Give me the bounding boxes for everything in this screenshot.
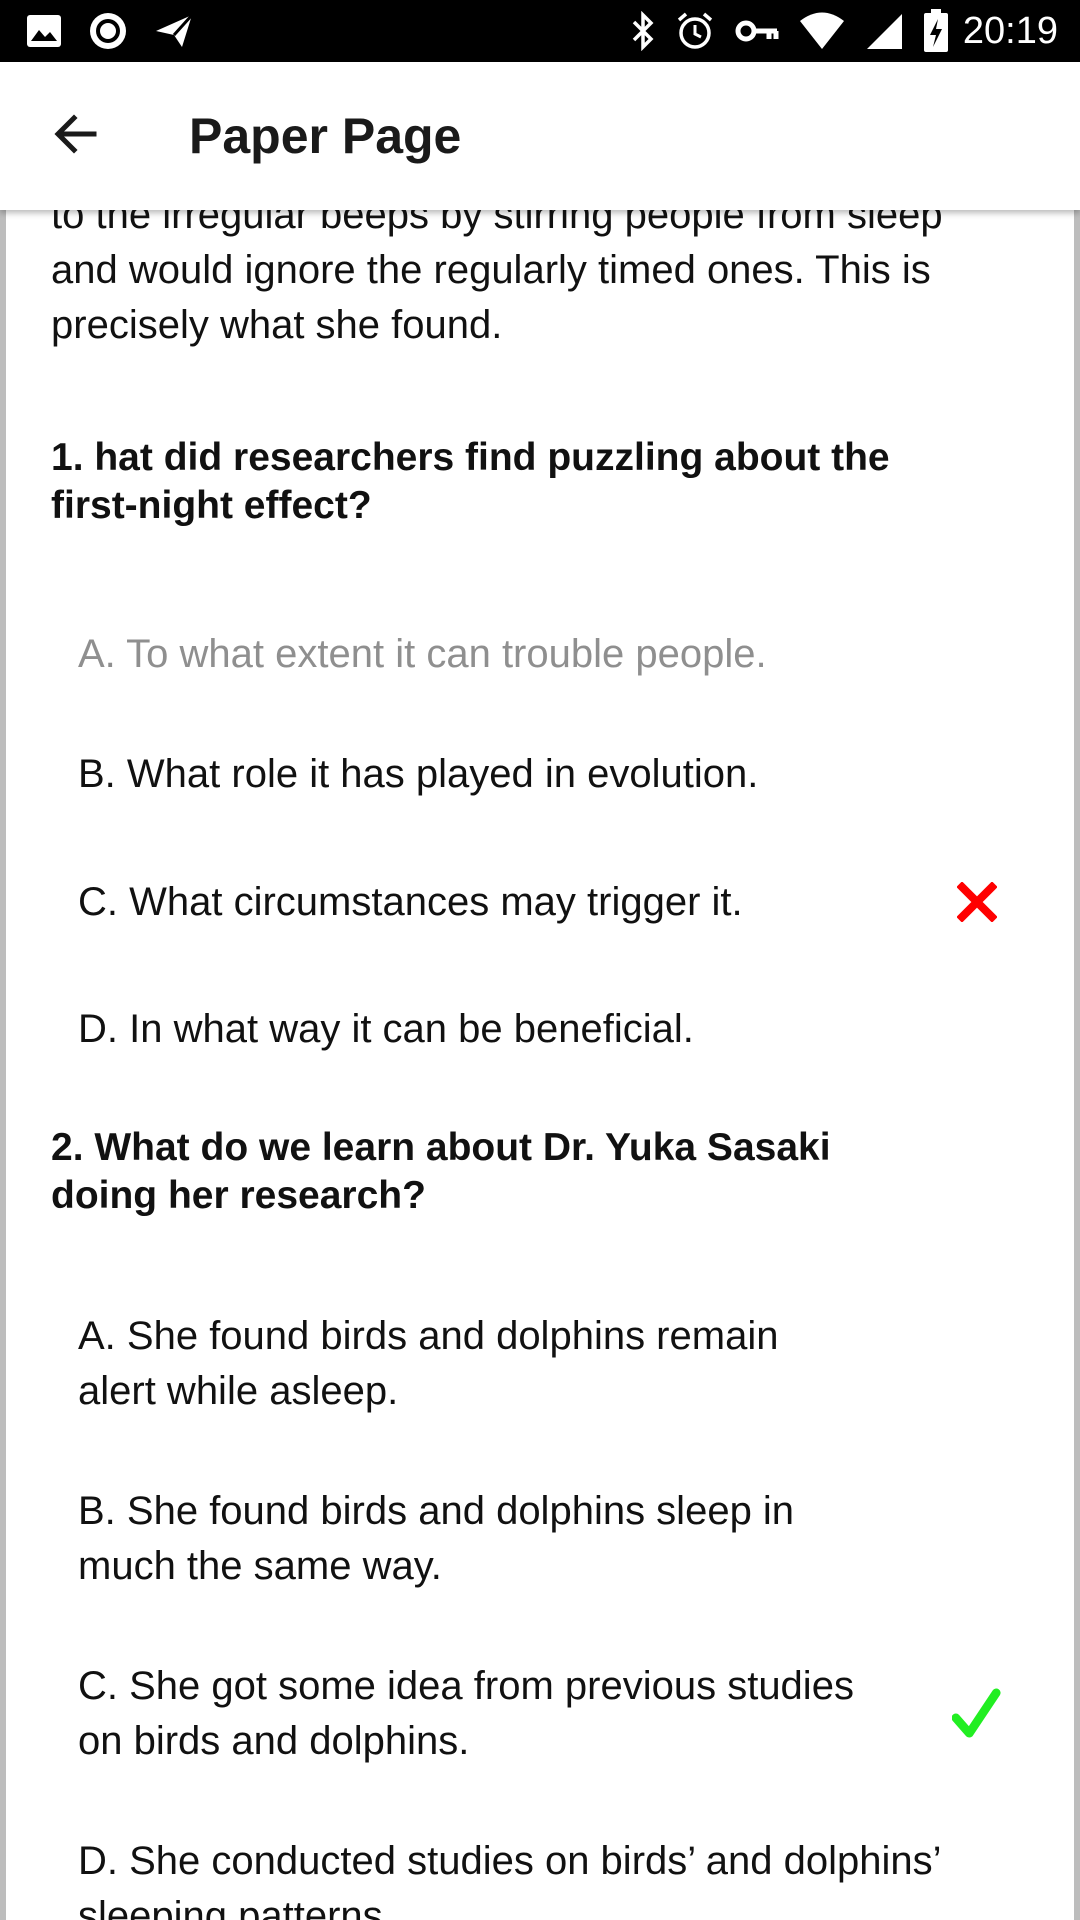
wifi-icon [799,12,845,50]
question-2-title: 2. What do we learn about Dr. Yuka Sasak… [51,1124,951,1220]
option-line: sleeping patterns. [78,1894,394,1920]
option-label: B. What role it has played in evolution. [78,751,759,796]
option-line: much the same way. [78,1544,442,1588]
question-1-title: 1. hat did researchers find puzzling abo… [51,434,951,530]
option-line: B. She found birds and dolphins sleep in [78,1489,795,1533]
app-bar: Paper Page [0,62,1080,210]
option-label: D. In what way it can be beneficial. [78,1006,694,1051]
image-icon [26,14,62,48]
question-line: 2. What do we learn about Dr. Yuka Sasak… [51,1126,831,1169]
option-label: C. What circumstances may trigger it. [78,879,743,924]
status-bar: 20:19 [0,0,1080,62]
q1-option-a[interactable]: A. To what extent it can trouble people. [0,614,1080,694]
option-label: D. She conducted studies on birds’ and d… [78,1834,1038,1920]
question-line: doing her research? [51,1174,426,1217]
back-button[interactable] [44,102,108,166]
correct-answer-icon [952,1688,1002,1739]
passage-line: and would ignore the regularly timed one… [51,248,931,292]
q2-option-d[interactable]: D. She conducted studies on birds’ and d… [0,1829,1080,1920]
q2-option-c[interactable]: C. She got some idea from previous studi… [0,1654,1080,1774]
option-label: A. To what extent it can trouble people. [78,631,767,676]
vpn-key-icon [735,17,779,45]
option-line: C. She got some idea from previous studi… [78,1664,854,1708]
content-scroll-area[interactable]: to the irregular beeps by stirring peopl… [0,62,1080,1920]
q1-option-d[interactable]: D. In what way it can be beneficial. [0,989,1080,1069]
option-line: D. She conducted studies on birds’ and d… [78,1839,942,1883]
q2-option-b[interactable]: B. She found birds and dolphins sleep in… [0,1479,1080,1599]
arrow-back-icon [54,114,97,154]
battery-charging-icon [923,9,949,53]
passage-line: precisely what she found. [51,303,503,347]
passage-text: to the irregular beeps by stirring peopl… [51,188,1011,353]
option-line: A. She found birds and dolphins remain [78,1314,779,1358]
status-time: 20:19 [962,9,1058,52]
option-label: C. She got some idea from previous studi… [78,1659,898,1769]
option-label: B. She found birds and dolphins sleep in… [78,1484,898,1594]
alarm-icon [675,11,715,51]
q2-option-a[interactable]: A. She found birds and dolphins remain a… [0,1304,1080,1424]
q1-option-c[interactable]: C. What circumstances may trigger it. [0,862,1080,942]
question-line: first-night effect? [51,484,372,527]
record-icon [88,11,128,51]
bluetooth-icon [631,11,655,51]
page-title: Paper Page [189,108,462,164]
option-line: alert while asleep. [78,1369,399,1413]
option-line: on birds and dolphins. [78,1719,470,1763]
q1-option-b[interactable]: B. What role it has played in evolution. [0,734,1080,814]
wrong-answer-icon [952,877,1002,927]
send-icon [154,13,194,49]
signal-icon [865,12,903,50]
question-line: 1. hat did researchers find puzzling abo… [51,436,890,479]
option-label: A. She found birds and dolphins remain a… [78,1309,898,1419]
